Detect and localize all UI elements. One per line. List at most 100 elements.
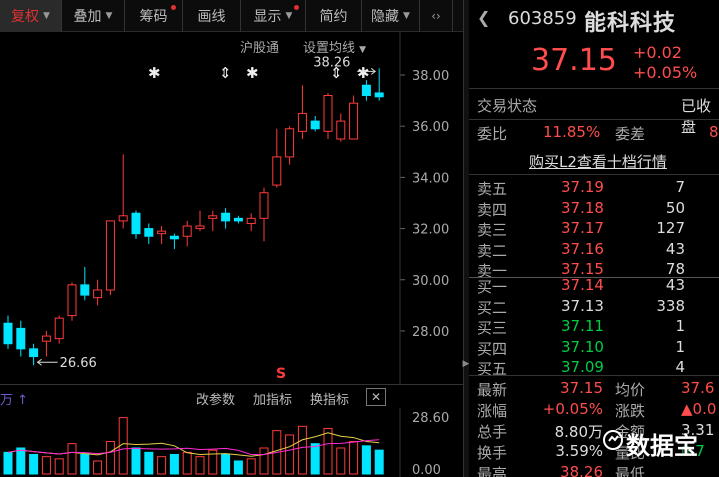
kline-chart-area[interactable]: 沪股通 设置均线 ▼ 38.00 36.00 34.00 32.00 30.00 28.0…	[0, 32, 463, 477]
volume-bar	[374, 449, 384, 475]
ask-row[interactable]: 卖二 37.16 43	[469, 239, 719, 260]
candle-body[interactable]	[246, 217, 256, 224]
notification-dot	[294, 5, 299, 10]
candle-body[interactable]	[233, 217, 243, 222]
toolbar-item-4[interactable]: 显示 ▼	[241, 0, 306, 32]
bid-row[interactable]: 买三 37.11 1	[469, 316, 719, 337]
candle-body[interactable]	[41, 335, 51, 342]
candle-body[interactable]	[105, 220, 115, 291]
volume-bar	[233, 460, 243, 475]
bid-label: 买三	[477, 319, 508, 337]
stat-value: 37.6	[681, 379, 715, 397]
bid-row[interactable]: 买二 37.13 338	[469, 296, 719, 317]
volume-bar	[80, 453, 90, 475]
stat-label: 涨跌	[615, 402, 646, 420]
candle-body[interactable]	[323, 95, 333, 132]
volume-bar	[221, 453, 231, 475]
y-tick-label: 34.00	[412, 171, 449, 186]
bid-row[interactable]: 买四 37.10 1	[469, 337, 719, 358]
toolbar-item-label: 显示	[253, 9, 282, 25]
bid-volume: 43	[665, 276, 685, 294]
candle-body[interactable]	[361, 84, 371, 97]
volume-bar	[336, 447, 346, 475]
add-indicator-button[interactable]: 加指标	[253, 389, 292, 408]
updown-marker-icon[interactable]: ⇕	[219, 64, 232, 82]
event-star-icon[interactable]: ✱	[357, 64, 370, 82]
volume-chart[interactable]: 28.60 0.00	[0, 408, 463, 477]
candle-body[interactable]	[93, 289, 103, 299]
candle-body[interactable]	[3, 322, 13, 345]
ask-row[interactable]: 卖三 37.17 127	[469, 218, 719, 239]
stat-row: 最新 37.15 均价 37.6	[469, 378, 719, 399]
candle-body[interactable]	[157, 230, 167, 235]
candle-body[interactable]	[374, 92, 384, 98]
candle-body[interactable]	[67, 284, 77, 317]
volume-bar	[41, 456, 51, 475]
event-star-icon[interactable]: ✱	[246, 64, 259, 82]
candle-body[interactable]	[131, 212, 141, 235]
volume-bar	[297, 425, 307, 475]
candle-body[interactable]	[118, 215, 128, 222]
indicator-toolbar: 万 ↑ 改参数 加指标 换指标 ✕	[0, 384, 463, 408]
stat-value: 8.80万	[554, 423, 603, 441]
volume-bar	[182, 451, 192, 475]
toolbar-item-6[interactable]: 隐藏 ▼	[362, 0, 420, 32]
ask-row[interactable]: 卖四 37.18 50	[469, 198, 719, 219]
bid-label: 买四	[477, 339, 508, 358]
candle-body[interactable]	[208, 215, 218, 219]
candle-body[interactable]	[349, 102, 359, 140]
candle-body[interactable]	[195, 225, 205, 230]
toolbar-item-2[interactable]: 筹码	[125, 0, 183, 32]
caret-down-icon: ▼	[105, 11, 113, 21]
candle-body[interactable]	[16, 327, 26, 350]
edit-params-button[interactable]: 改参数	[196, 389, 235, 408]
candle-body[interactable]	[169, 235, 179, 240]
expand-icon[interactable]: ‹›	[420, 0, 453, 32]
y-tick-label: 30.00	[412, 274, 449, 289]
event-star-icon[interactable]: ✱	[148, 64, 161, 82]
ask-label: 卖三	[477, 221, 508, 239]
close-indicator-button[interactable]: ✕	[366, 388, 386, 406]
price-change: +0.02 +0.05%	[633, 43, 697, 83]
candle-body[interactable]	[259, 192, 269, 219]
volume-bar	[323, 427, 333, 475]
caret-down-icon: ▼	[43, 11, 50, 21]
ask-label: 卖二	[477, 241, 508, 260]
ask-row[interactable]: 卖五 37.19 7	[469, 177, 719, 198]
candle-body[interactable]	[221, 212, 231, 222]
toolbar-item-3[interactable]: 画线	[183, 0, 241, 32]
volume-bar	[157, 456, 167, 475]
bid-price: 37.11	[561, 317, 604, 335]
stat-label: 换手	[477, 444, 508, 462]
candlestick-chart[interactable]: 38.0036.0034.0032.0030.0028.00✱ ✱ ✱⇕ ⇕38.26…	[0, 32, 463, 384]
caret-down-icon: ▼	[285, 11, 293, 21]
volume-bar	[361, 445, 371, 475]
volume-bar	[105, 440, 115, 475]
l2-upgrade-link[interactable]: 购买L2查看十档行情	[529, 151, 667, 172]
toolbar-item-1[interactable]: 叠加 ▼	[62, 0, 125, 32]
y-tick-label: 38.00	[412, 69, 449, 84]
bid-row[interactable]: 买一 37.14 43	[469, 275, 719, 296]
candle-body[interactable]	[272, 156, 282, 186]
candle-body[interactable]	[182, 225, 192, 237]
candle-body[interactable]	[54, 317, 64, 340]
ask-price: 37.18	[561, 198, 604, 217]
toolbar-item-0[interactable]: 复权 ▼	[0, 0, 62, 32]
y-tick-label: 28.00	[412, 325, 449, 340]
candle-body[interactable]	[80, 284, 90, 296]
toolbar-item-5[interactable]: 简约	[306, 0, 362, 32]
back-arrow-icon[interactable]: ❮	[477, 8, 490, 27]
sell-signal-marker[interactable]: S	[276, 366, 286, 382]
switch-indicator-button[interactable]: 换指标	[310, 389, 349, 408]
candle-body[interactable]	[29, 348, 39, 358]
volume-bar	[67, 443, 77, 475]
divider	[469, 119, 719, 120]
weicha-label: 委差	[615, 125, 646, 143]
candle-body[interactable]	[297, 112, 307, 132]
bid-price: 37.09	[561, 358, 604, 376]
candle-body[interactable]	[310, 120, 320, 130]
bid-volume: 338	[656, 296, 685, 315]
candle-body[interactable]	[336, 120, 346, 140]
candle-body[interactable]	[285, 128, 295, 158]
candle-body[interactable]	[144, 228, 154, 237]
